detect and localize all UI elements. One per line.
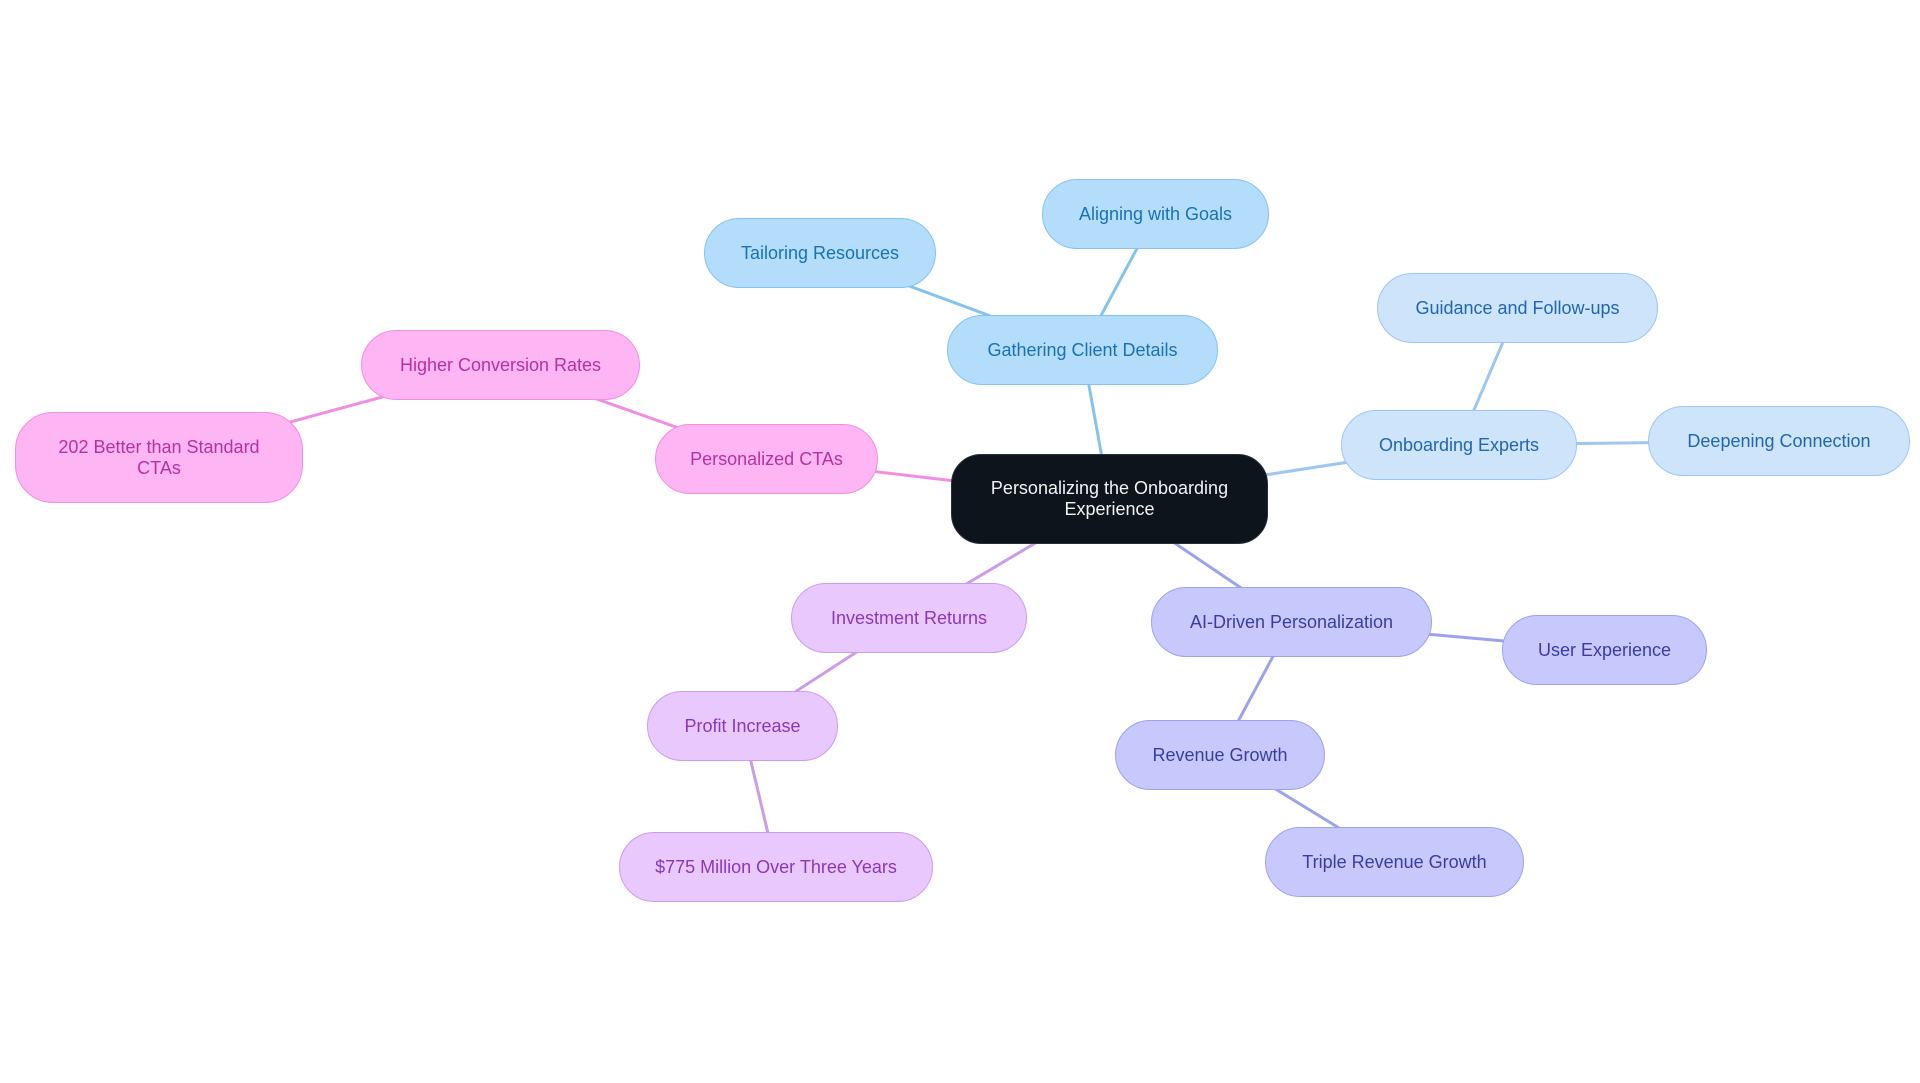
node-profit-increase[interactable]: Profit Increase	[647, 691, 838, 761]
node-label: Guidance and Follow-ups	[1415, 297, 1620, 318]
node-202-better-than-standard-ctas[interactable]: 202 Better than Standard CTAs	[15, 412, 303, 503]
node-triple-revenue-growth[interactable]: Triple Revenue Growth	[1265, 827, 1524, 897]
node-label: Investment Returns	[830, 607, 988, 628]
node-label: Aligning with Goals	[1078, 203, 1233, 224]
node-onboarding-experts[interactable]: Onboarding Experts	[1341, 410, 1577, 480]
node-label: Triple Revenue Growth	[1302, 851, 1487, 872]
node-label: Revenue Growth	[1152, 744, 1288, 765]
node-label: Profit Increase	[684, 715, 801, 736]
node-higher-conversion-rates[interactable]: Higher Conversion Rates	[361, 330, 640, 400]
node-label: AI-Driven Personalization	[1189, 611, 1394, 632]
node-investment-returns[interactable]: Investment Returns	[791, 583, 1027, 653]
root-node[interactable]: Personalizing the Onboarding Experience	[951, 454, 1268, 544]
node-ai-driven-personalization[interactable]: AI-Driven Personalization	[1151, 587, 1432, 657]
node-label: $775 Million Over Three Years	[655, 856, 897, 877]
node-label: 202 Better than Standard CTAs	[58, 436, 260, 478]
node-deepening-connection[interactable]: Deepening Connection	[1648, 406, 1910, 476]
node-personalized-ctas[interactable]: Personalized CTAs	[655, 424, 878, 494]
node-user-experience[interactable]: User Experience	[1502, 615, 1707, 685]
node-775-million-over-three-years[interactable]: $775 Million Over Three Years	[619, 832, 933, 902]
node-aligning-with-goals[interactable]: Aligning with Goals	[1042, 179, 1269, 249]
connector-layer	[158, 213, 1780, 868]
node-label: Deepening Connection	[1687, 430, 1871, 451]
node-label: Higher Conversion Rates	[399, 354, 602, 375]
node-guidance-and-follow-ups[interactable]: Guidance and Follow-ups	[1377, 273, 1658, 343]
node-revenue-growth[interactable]: Revenue Growth	[1115, 720, 1325, 790]
node-label: Personalized CTAs	[690, 448, 843, 469]
node-label: Personalizing the Onboarding Experience	[990, 478, 1229, 519]
node-label: Tailoring Resources	[740, 242, 900, 263]
node-label: Gathering Client Details	[987, 339, 1178, 360]
node-gathering-client-details[interactable]: Gathering Client Details	[947, 315, 1218, 385]
node-tailoring-resources[interactable]: Tailoring Resources	[704, 218, 936, 288]
node-label: User Experience	[1537, 639, 1672, 660]
node-label: Onboarding Experts	[1378, 434, 1540, 455]
